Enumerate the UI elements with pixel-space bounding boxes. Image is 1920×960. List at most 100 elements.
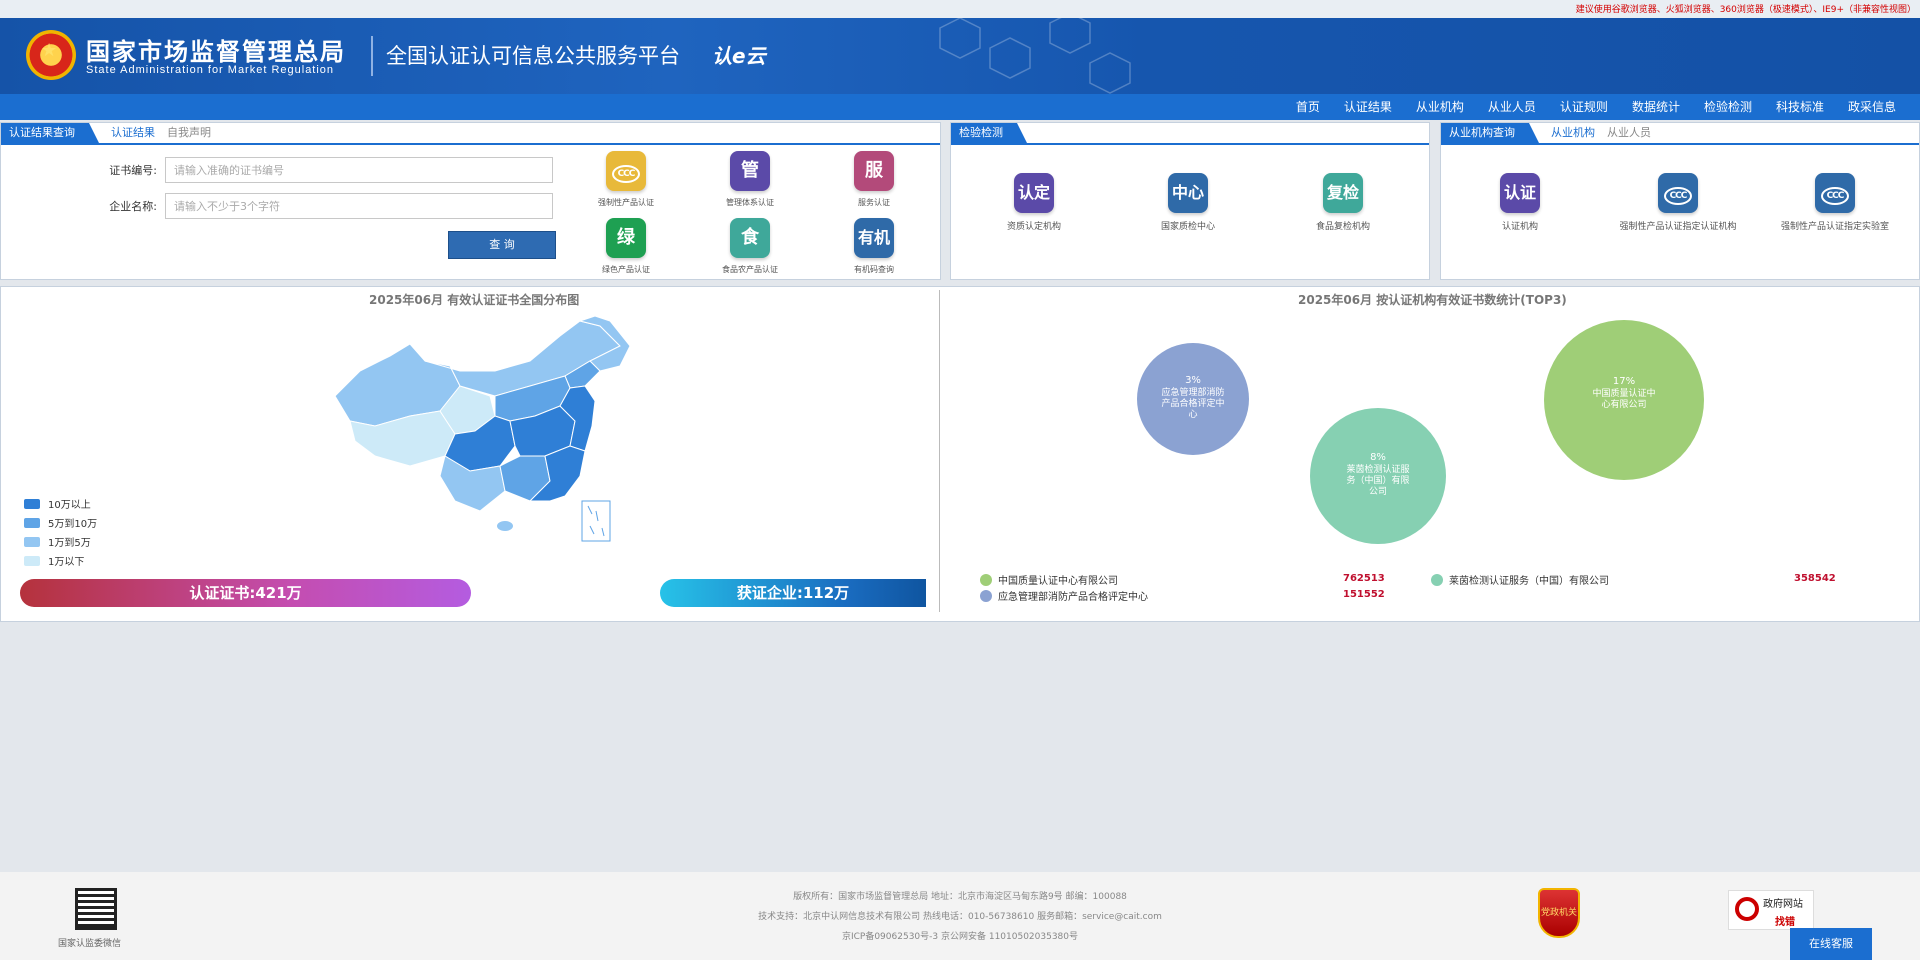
browser-notice-bar: 建议使用谷歌浏览器、火狐浏览器、360浏览器（极速模式）、IE9+（非兼容性视图…: [0, 0, 1920, 18]
green-icon: 绿: [606, 218, 646, 258]
nav-statistics[interactable]: 数据统计: [1620, 94, 1692, 120]
management-tile[interactable]: 管 管理体系认证: [695, 151, 805, 208]
cert-body-icon: 认证: [1500, 173, 1540, 213]
legend-swatch: [24, 555, 40, 566]
bubble-label: 心有限公司: [1601, 398, 1646, 410]
company-name-label: 企业名称:: [109, 200, 157, 213]
food-label: 食品农产品认证: [722, 265, 778, 274]
ccc-lab-tile[interactable]: CCC 强制性产品认证指定实验室: [1765, 173, 1905, 232]
map-title: 2025年06月 有效认证证书全国分布图: [369, 293, 580, 307]
tab-cert-results[interactable]: 认证结果: [105, 123, 161, 143]
tab-cert-query[interactable]: 认证结果查询: [1, 123, 99, 143]
bubble-label: 中国质量认证中: [1592, 387, 1655, 399]
legend-dot: [980, 573, 992, 586]
service-label: 服务认证: [858, 198, 890, 207]
legend-value-2: 151552: [1343, 589, 1385, 600]
site-header: 国家市场监督管理总局 State Administration for Mark…: [0, 18, 1920, 94]
nav-home[interactable]: 首页: [1284, 94, 1332, 120]
legend-entry-1: 莱茵检测认证服务（中国）有限公司: [1431, 572, 1609, 587]
legend-entry-0: 中国质量认证中心有限公司: [980, 572, 1118, 587]
platform-title: 全国认证认可信息公共服务平台: [386, 44, 680, 68]
service-tile[interactable]: 服 服务认证: [819, 151, 929, 208]
nav-standards[interactable]: 科技标准: [1764, 94, 1836, 120]
organic-icon: 有机: [854, 218, 894, 258]
green-label: 绿色产品认证: [602, 265, 650, 274]
bubble-1[interactable]: 8%莱茵检测认证服务（中国）有限公司: [1310, 408, 1446, 544]
legend-swatch: [24, 498, 40, 509]
renyun-logo: 认e云: [712, 44, 766, 68]
ccc-body-icon: CCC: [1658, 173, 1698, 213]
nav-rules[interactable]: 认证规则: [1548, 94, 1620, 120]
bubble-2[interactable]: 3%应急管理部消防产品合格评定中心: [1137, 343, 1249, 455]
center-tile[interactable]: 中心 国家质检中心: [1133, 173, 1243, 232]
organic-label: 有机码查询: [854, 265, 894, 274]
nav-procurement[interactable]: 政采信息: [1836, 94, 1908, 120]
wechat-qr-icon: [75, 888, 117, 930]
tab-agencies[interactable]: 从业机构: [1545, 123, 1601, 143]
qualification-tile[interactable]: 认定 资质认定机构: [979, 173, 1089, 232]
legend-item-over-100k: 10万以上: [24, 496, 91, 511]
legend-item-10k-50k: 1万到5万: [24, 534, 91, 549]
bubble-0[interactable]: 17%中国质量认证中心有限公司: [1544, 320, 1704, 480]
nav-cert-results[interactable]: 认证结果: [1332, 94, 1404, 120]
legend-entry-2: 应急管理部消防产品合格评定中心: [980, 588, 1148, 603]
gov-site-error-report[interactable]: 政府网站 找错: [1728, 890, 1814, 930]
ccc-body-label: 强制性产品认证指定认证机构: [1619, 222, 1737, 232]
cert-body-label: 认证机构: [1501, 222, 1538, 232]
center-icon: 中心: [1168, 173, 1208, 213]
bubble-percent: 3%: [1185, 375, 1201, 386]
ccc-body-tile[interactable]: CCC 强制性产品认证指定认证机构: [1608, 173, 1748, 232]
ccc-lab-icon: CCC: [1815, 173, 1855, 213]
nav-agencies[interactable]: 从业机构: [1404, 94, 1476, 120]
nav-inspection[interactable]: 检验检测: [1692, 94, 1764, 120]
site-footer: 版权所有：国家市场监督管理总局 地址：北京市海淀区马甸东路9号 邮编：10008…: [0, 872, 1920, 960]
company-count-bar: 获证企业:112万: [660, 579, 926, 607]
tab-practitioners[interactable]: 从业人员: [1601, 123, 1657, 143]
legend-item-50k-100k: 5万到10万: [24, 515, 97, 530]
qualification-icon: 认定: [1014, 173, 1054, 213]
browser-notice: 建议使用谷歌浏览器、火狐浏览器、360浏览器（极速模式）、IE9+（非兼容性视图…: [1575, 5, 1916, 15]
cert-body-tile[interactable]: 认证 认证机构: [1465, 173, 1575, 232]
food-icon: 食: [730, 218, 770, 258]
inspection-panel: 检验检测 认定 资质认定机构 中心 国家质检中心 复检 食品复检机构: [950, 122, 1430, 280]
ccc-icon: CCC: [606, 151, 646, 191]
company-name-input[interactable]: [165, 193, 553, 219]
cert-number-input[interactable]: [165, 157, 553, 183]
party-gov-badge-icon[interactable]: 党政机关: [1538, 888, 1580, 938]
organic-tile[interactable]: 有机 有机码查询: [819, 218, 929, 275]
ccc-label: 强制性产品认证: [598, 198, 654, 207]
magnifier-icon: [1735, 897, 1759, 921]
service-icon: 服: [854, 151, 894, 191]
cert-number-label: 证书编号:: [109, 164, 157, 177]
inspection-tabbar: 检验检测: [951, 123, 1429, 145]
query-button[interactable]: 查 询: [448, 231, 556, 259]
management-icon: 管: [730, 151, 770, 191]
section-divider: [939, 290, 940, 612]
food-tile[interactable]: 食 食品农产品认证: [695, 218, 805, 275]
ccc-tile[interactable]: CCC 强制性产品认证: [571, 151, 681, 208]
bubble-chart: 17%中国质量认证中心有限公司 8%莱茵检测认证服务（中国）有限公司 3%应急管理部…: [1137, 320, 1704, 544]
cert-query-panel: 认证结果查询 认证结果 自我声明 证书编号: 企业名称: 查 询 CCC 强制性…: [0, 122, 941, 280]
recheck-icon: 复检: [1323, 173, 1363, 213]
bubble-chart-title: 2025年06月 按认证机构有效证书数统计(TOP3): [1298, 293, 1567, 307]
footer-icp: 京ICP备09062530号-3 京公网安备 11010502035380号: [841, 932, 1079, 942]
tab-inspection[interactable]: 检验检测: [951, 123, 1027, 143]
legend-swatch: [24, 536, 40, 547]
recheck-label: 食品复检机构: [1315, 222, 1370, 232]
nav-practitioners[interactable]: 从业人员: [1476, 94, 1548, 120]
bubble-label: 产品合格评定中: [1161, 397, 1224, 409]
bubble-percent: 17%: [1613, 376, 1635, 387]
national-emblem-icon: [26, 30, 76, 80]
tab-agency-query[interactable]: 从业机构查询: [1441, 123, 1539, 143]
bubble-label: 务（中国）有限: [1346, 474, 1409, 486]
recheck-tile[interactable]: 复检 食品复检机构: [1288, 173, 1398, 232]
legend-value-0: 762513: [1343, 573, 1385, 584]
tab-self-declaration[interactable]: 自我声明: [161, 123, 217, 143]
china-map: [334, 316, 630, 542]
agency-name: 国家市场监督管理总局: [86, 37, 346, 66]
footer-copyright: 版权所有：国家市场监督管理总局 地址：北京市海淀区马甸东路9号 邮编：10008…: [793, 892, 1127, 902]
green-tile[interactable]: 绿 绿色产品认证: [571, 218, 681, 275]
footer-support: 技术支持：北京中认网信息技术有限公司 热线电话：010-56738610 服务邮…: [758, 912, 1162, 922]
online-chat-button[interactable]: 在线客服: [1790, 928, 1872, 960]
bubble-label: 应急管理部消防: [1161, 386, 1224, 398]
